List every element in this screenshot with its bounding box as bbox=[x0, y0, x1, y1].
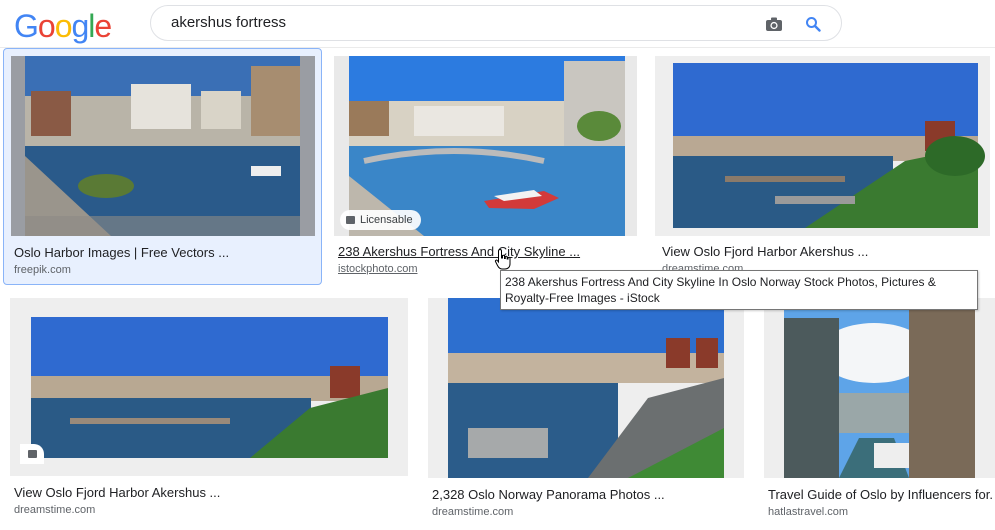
result-thumbnail[interactable] bbox=[428, 298, 744, 478]
result-thumbnail[interactable] bbox=[764, 298, 995, 478]
logo-letter: o bbox=[54, 8, 73, 44]
result-title[interactable]: View Oslo Fjord Harbor Akershus ... bbox=[14, 485, 394, 501]
result-thumbnail[interactable] bbox=[655, 56, 990, 236]
result-thumbnail[interactable]: Licensable bbox=[334, 56, 637, 236]
logo-letter: G bbox=[14, 8, 39, 44]
result-title[interactable]: Travel Guide of Oslo by Influencers for.… bbox=[768, 487, 994, 503]
title-tooltip: 238 Akershus Fortress And City Skyline I… bbox=[500, 270, 978, 310]
logo-letter: g bbox=[71, 8, 89, 44]
camera-icon[interactable] bbox=[763, 13, 785, 35]
result-title[interactable]: 238 Akershus Fortress And City Skyline .… bbox=[338, 244, 638, 260]
result-domain[interactable]: dreamstime.com bbox=[14, 503, 95, 517]
hand-cursor-icon bbox=[494, 248, 511, 270]
licensable-badge: Licensable bbox=[340, 210, 421, 230]
result-thumbnail[interactable] bbox=[10, 298, 408, 476]
image-result-card[interactable]: Licensable 238 Akershus Fortress And Cit… bbox=[333, 48, 645, 285]
image-result-card[interactable]: 2,328 Oslo Norway Panorama Photos ... dr… bbox=[428, 298, 744, 523]
image-result-card[interactable]: Oslo Harbor Images | Free Vectors ... fr… bbox=[3, 48, 322, 285]
image-icon bbox=[346, 216, 355, 224]
badge-label: Licensable bbox=[360, 214, 413, 226]
result-title[interactable]: View Oslo Fjord Harbor Akershus ... bbox=[662, 244, 982, 260]
result-title[interactable]: 2,328 Oslo Norway Panorama Photos ... bbox=[432, 487, 732, 503]
search-input[interactable] bbox=[171, 6, 731, 40]
google-logo[interactable]: G o o g l e bbox=[14, 8, 112, 44]
result-title[interactable]: Oslo Harbor Images | Free Vectors ... bbox=[14, 245, 314, 261]
result-domain[interactable]: hatlastravel.com bbox=[768, 505, 848, 519]
result-domain[interactable]: dreamstime.com bbox=[432, 505, 513, 519]
result-thumbnail[interactable] bbox=[11, 56, 315, 236]
image-result-card[interactable]: Travel Guide of Oslo by Influencers for.… bbox=[764, 298, 995, 523]
image-result-card[interactable]: View Oslo Fjord Harbor Akershus ... drea… bbox=[655, 48, 990, 285]
logo-letter: e bbox=[94, 8, 112, 44]
image-icon bbox=[20, 444, 44, 464]
search-box[interactable] bbox=[150, 5, 842, 41]
image-result-card[interactable]: View Oslo Fjord Harbor Akershus ... drea… bbox=[10, 298, 408, 523]
result-domain[interactable]: freepik.com bbox=[14, 263, 71, 277]
logo-letter: o bbox=[37, 8, 56, 44]
result-domain[interactable]: istockphoto.com bbox=[338, 262, 417, 276]
magnifier-icon[interactable] bbox=[802, 13, 824, 35]
